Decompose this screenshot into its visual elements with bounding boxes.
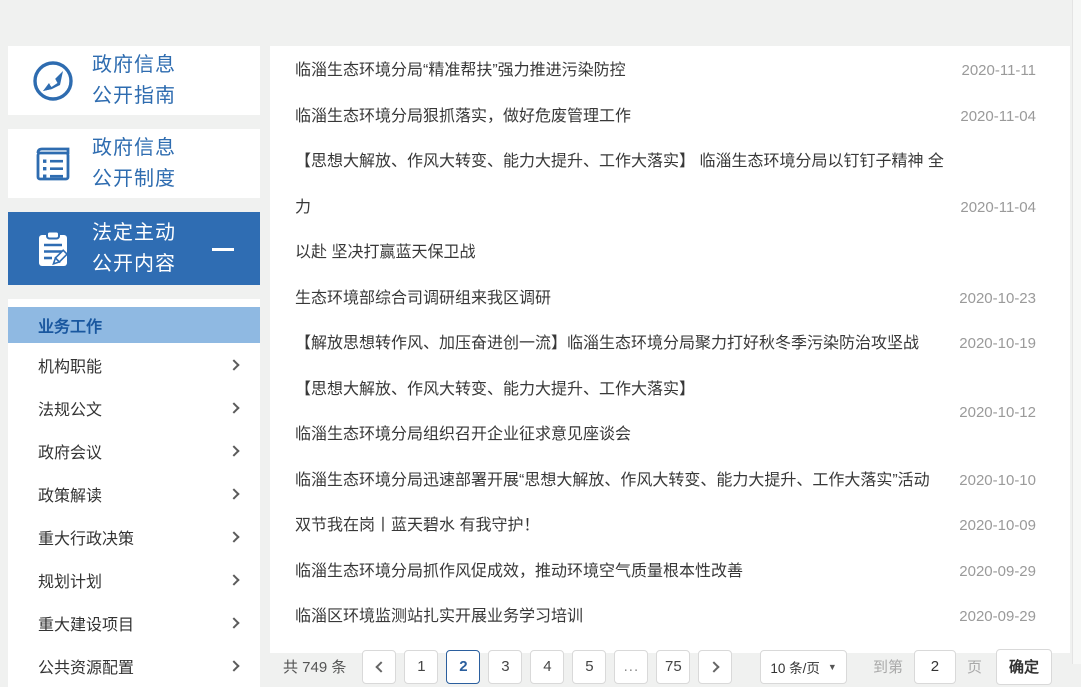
- news-date: 2020-10-09: [959, 517, 1036, 535]
- news-row: 【解放思想转作风、加压奋进创一流】临淄生态环境分局聚力打好秋冬季污染防治攻坚战 …: [270, 321, 1070, 367]
- sidebar: 政府信息 公开指南 政府信息 公开制度 法定主动 公开内容 业务工作 机构职能 …: [8, 46, 260, 687]
- submenu-label: 公共资源配置: [38, 659, 135, 677]
- sidebar-item-label: 政府信息 公开指南: [92, 53, 176, 107]
- news-title-link[interactable]: 双节我在岗丨蓝天碧水 有我守护！: [295, 503, 945, 549]
- goto-label: 到第: [872, 659, 903, 676]
- news-row: 临淄生态环境分局抓作风促成效，推动环境空气质量根本性改善 2020-09-29: [270, 549, 1070, 595]
- compass-icon: [30, 58, 76, 104]
- news-title-link[interactable]: 【思想大解放、作风大转变、能力大提升、工作大落实】 临淄生态环境分局组织召开企业…: [295, 367, 945, 458]
- pagination-page-button[interactable]: 3: [488, 649, 523, 684]
- news-date: 2020-11-04: [960, 107, 1036, 125]
- submenu-item-policy-interpretation[interactable]: 政策解读: [8, 472, 260, 515]
- news-list-panel: 临淄生态环境分局“精准帮扶”强力推进污染防控 2020-11-11 临淄生态环境…: [270, 46, 1070, 685]
- submenu-label: 政策解读: [38, 487, 103, 505]
- submenu-label: 政府会议: [38, 444, 103, 462]
- collapse-minus-icon[interactable]: [212, 247, 234, 251]
- submenu-item-major-decisions[interactable]: 重大行政决策: [8, 515, 260, 558]
- submenu-label: 业务工作: [38, 319, 103, 336]
- chevron-left-icon: [375, 660, 387, 673]
- news-row: 生态环境部综合司调研组来我区调研 2020-10-23: [270, 276, 1070, 322]
- news-row: 【思想大解放、作风大转变、能力大提升、工作大落实】 临淄生态环境分局以钉钉子精神…: [270, 139, 1070, 276]
- news-title-link[interactable]: 生态环境部综合司调研组来我区调研: [295, 276, 945, 322]
- page-size-select[interactable]: 10 条/页 ▼: [760, 649, 847, 684]
- chevron-right-icon: [228, 530, 240, 543]
- submenu-label: 法规公文: [38, 401, 103, 419]
- scrollbar-track[interactable]: [1072, 0, 1081, 664]
- news-title-link[interactable]: 临淄生态环境分局狠抓落实，做好危废管理工作: [295, 94, 946, 140]
- news-row: 临淄区环境监测站扎实开展业务学习培训 2020-09-29: [270, 594, 1070, 640]
- news-title-link[interactable]: 【解放思想转作风、加压奋进创一流】临淄生态环境分局聚力打好秋冬季污染防治攻坚战: [295, 321, 945, 367]
- submenu-item-regulations[interactable]: 法规公文: [8, 386, 260, 429]
- submenu-item-gov-meetings[interactable]: 政府会议: [8, 429, 260, 472]
- submenu-label: 重大建设项目: [38, 616, 135, 634]
- chevron-right-icon: [708, 660, 720, 673]
- sidebar-item-statutory-disclosure[interactable]: 法定主动 公开内容: [8, 212, 260, 285]
- chevron-right-icon: [228, 444, 240, 457]
- submenu-label: 机构职能: [38, 358, 103, 376]
- news-date: 2020-10-19: [959, 335, 1036, 353]
- sidebar-item-label: 法定主动 公开内容: [92, 221, 176, 275]
- submenu-item-business-work[interactable]: 业务工作: [8, 307, 260, 343]
- pagination-page-button-active[interactable]: 2: [446, 649, 481, 684]
- news-title-link[interactable]: 临淄生态环境分局“精准帮扶”强力推进污染防控: [295, 48, 947, 94]
- goto-page-group: 到第 页 确定: [872, 648, 1052, 685]
- page-size-value: 10 条/页: [770, 660, 820, 676]
- sidebar-item-system[interactable]: 政府信息 公开制度: [8, 129, 260, 198]
- news-row: 双节我在岗丨蓝天碧水 有我守护！ 2020-10-09: [270, 503, 1070, 549]
- news-date: 2020-09-29: [959, 562, 1036, 580]
- chevron-right-icon: [228, 616, 240, 629]
- chevron-right-icon: [228, 573, 240, 586]
- news-date: 2020-09-29: [959, 608, 1036, 626]
- news-date: 2020-10-12: [959, 403, 1036, 421]
- clipboard-pencil-icon: [30, 226, 76, 272]
- news-title-link[interactable]: 临淄生态环境分局迅速部署开展“思想大解放、作风大转变、能力大提升、工作大落实”活…: [295, 458, 945, 504]
- submenu-item-planning[interactable]: 规划计划: [8, 558, 260, 601]
- submenu-item-public-resources[interactable]: 公共资源配置: [8, 644, 260, 687]
- news-date: 2020-11-11: [961, 62, 1036, 80]
- news-date: 2020-10-23: [959, 289, 1036, 307]
- pagination-bar: 共 749 条 1 2 3 4 5 ... 75 10 条/页 ▼ 到第 页 确…: [270, 648, 1070, 685]
- submenu-label: 重大行政决策: [38, 530, 135, 548]
- goto-page-input[interactable]: [913, 649, 956, 684]
- sidebar-submenu: 业务工作 机构职能 法规公文 政府会议 政策解读 重大行政决策 规划计划 重大建…: [8, 299, 260, 687]
- news-title-link[interactable]: 临淄生态环境分局抓作风促成效，推动环境空气质量根本性改善: [295, 549, 945, 595]
- news-row: 【思想大解放、作风大转变、能力大提升、工作大落实】 临淄生态环境分局组织召开企业…: [270, 367, 1070, 458]
- news-row: 临淄生态环境分局“精准帮扶”强力推进污染防控 2020-11-11: [270, 48, 1070, 94]
- confirm-button[interactable]: 确定: [995, 648, 1052, 685]
- sidebar-item-guide[interactable]: 政府信息 公开指南: [8, 46, 260, 115]
- chevron-right-icon: [228, 487, 240, 500]
- pagination-page-button[interactable]: 1: [404, 649, 439, 684]
- rulebook-icon: [30, 141, 76, 187]
- submenu-item-org-functions[interactable]: 机构职能: [8, 343, 260, 386]
- chevron-right-icon: [228, 358, 240, 371]
- news-row: 临淄生态环境分局迅速部署开展“思想大解放、作风大转变、能力大提升、工作大落实”活…: [270, 458, 1070, 504]
- pagination-total: 共 749 条: [283, 659, 347, 676]
- news-date: 2020-11-04: [960, 198, 1036, 216]
- news-row: 临淄生态环境分局狠抓落实，做好危废管理工作 2020-11-04: [270, 94, 1070, 140]
- pagination-page-button[interactable]: 5: [572, 649, 607, 684]
- news-title-link[interactable]: 临淄区环境监测站扎实开展业务学习培训: [295, 594, 945, 640]
- news-title-link[interactable]: 【思想大解放、作风大转变、能力大提升、工作大落实】 临淄生态环境分局以钉钉子精神…: [295, 139, 946, 276]
- pagination-ellipsis[interactable]: ...: [614, 649, 649, 684]
- news-date: 2020-10-10: [959, 471, 1036, 489]
- pagination-page-button[interactable]: 4: [530, 649, 565, 684]
- submenu-label: 规划计划: [38, 573, 103, 591]
- chevron-right-icon: [228, 401, 240, 414]
- caret-down-icon: ▼: [827, 661, 837, 672]
- submenu-item-major-projects[interactable]: 重大建设项目: [8, 601, 260, 644]
- pagination-prev-button[interactable]: [362, 649, 397, 684]
- pagination-next-button[interactable]: [698, 649, 733, 684]
- chevron-right-icon: [228, 659, 240, 672]
- pagination-page-button[interactable]: 75: [656, 649, 691, 684]
- goto-unit-label: 页: [966, 659, 982, 676]
- sidebar-item-label: 政府信息 公开制度: [92, 136, 176, 190]
